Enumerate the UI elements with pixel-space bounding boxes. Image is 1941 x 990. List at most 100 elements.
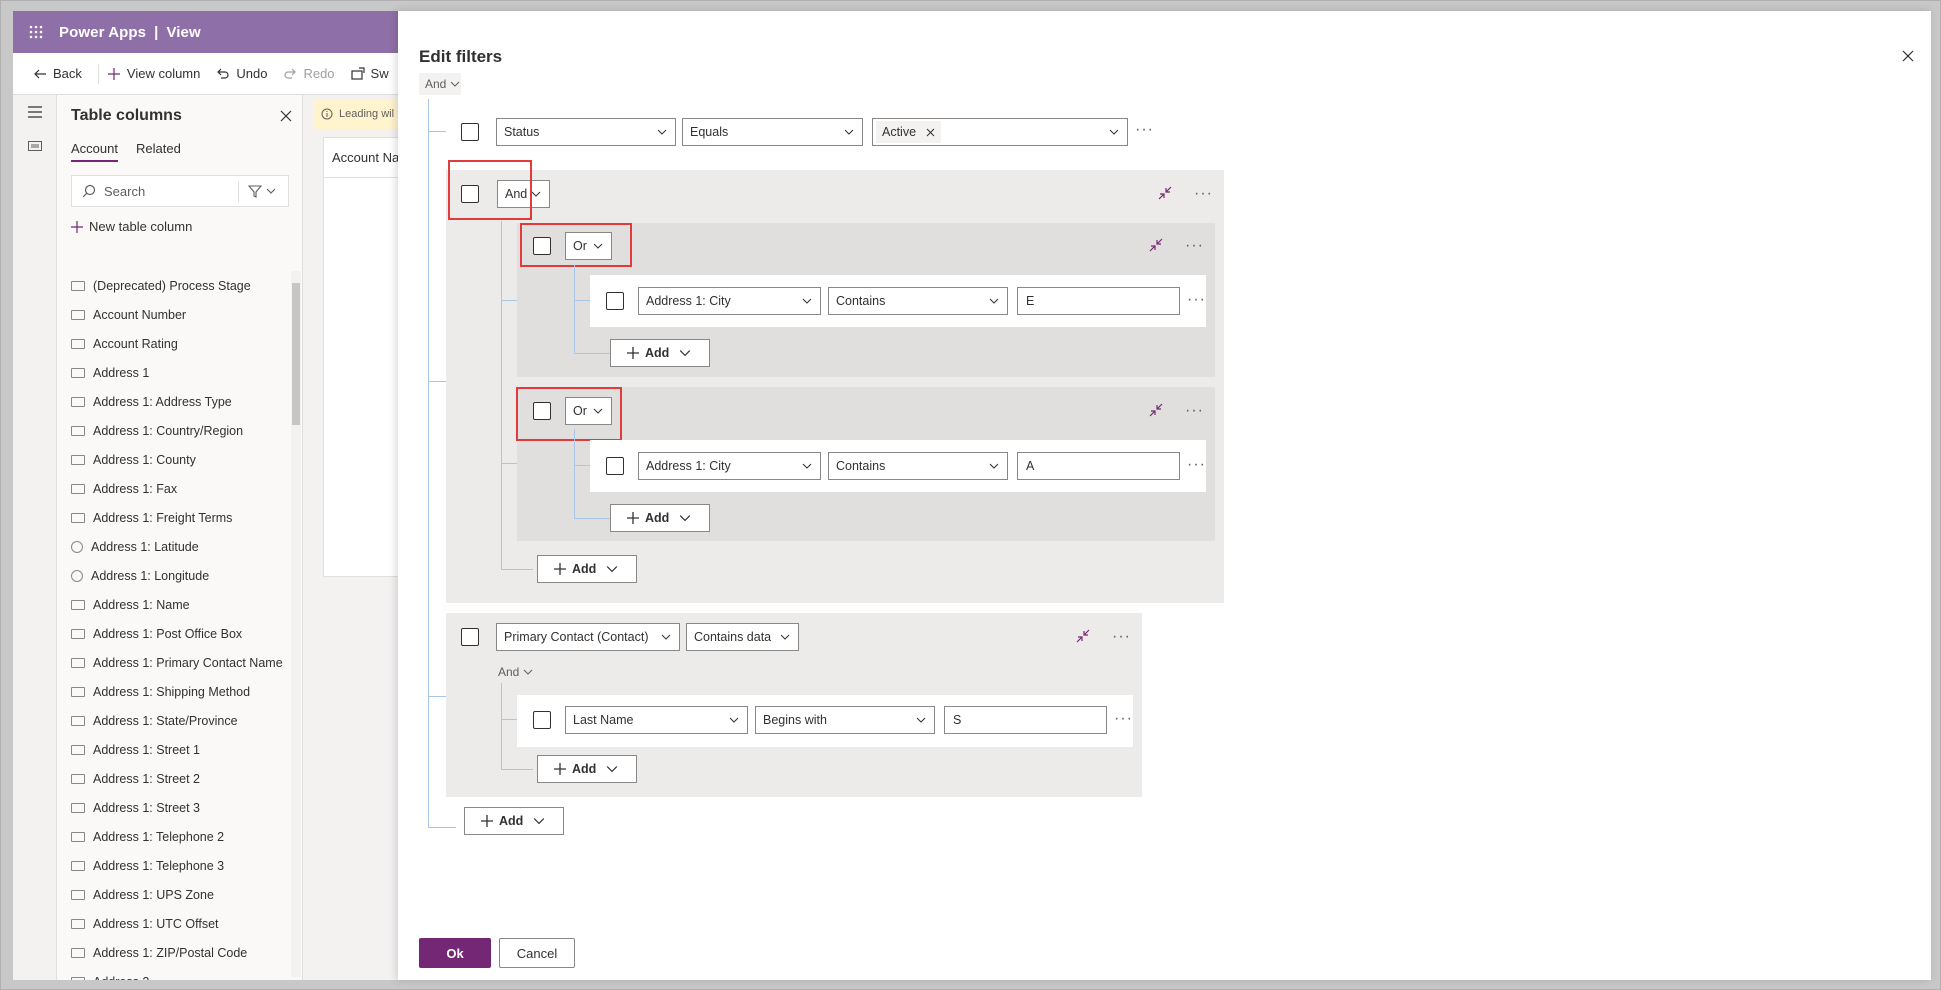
list-item[interactable]: Address 1: Shipping Method (71, 677, 291, 706)
related-field-label: Primary Contact (Contact) (504, 630, 649, 644)
list-item[interactable]: Address 1: Telephone 2 (71, 822, 291, 851)
list-item[interactable]: Address 1: Street 2 (71, 764, 291, 793)
list-item-label: Address 1 (93, 365, 150, 380)
list-item[interactable]: Address 1: Primary Contact Name (71, 648, 291, 677)
list-item[interactable]: Address 1: Fax (71, 474, 291, 503)
info-icon (321, 108, 333, 120)
collapse-icon[interactable] (1158, 186, 1172, 200)
list-item[interactable]: Address 1: Telephone 3 (71, 851, 291, 880)
list-item[interactable]: Address 1 (71, 358, 291, 387)
app-title: Power Apps (59, 23, 147, 41)
condition-dropdown[interactable]: Contains (828, 452, 1008, 480)
close-icon[interactable] (1901, 49, 1915, 63)
add-button[interactable]: Add (464, 807, 564, 835)
more-options-icon[interactable]: ··· (1185, 403, 1204, 419)
highlight-box (520, 223, 632, 267)
list-item[interactable]: Address 1: UTC Offset (71, 909, 291, 938)
list-item[interactable]: Address 2 (71, 967, 291, 980)
new-table-column-button[interactable]: New table column (71, 219, 192, 234)
row-checkbox[interactable] (461, 123, 479, 141)
list-item[interactable]: Address 1: Street 3 (71, 793, 291, 822)
more-options-icon[interactable]: ··· (1135, 122, 1154, 138)
collapse-icon[interactable] (1076, 629, 1090, 643)
remove-tag-icon[interactable] (926, 128, 935, 137)
operator-dropdown[interactable]: Equals (682, 118, 863, 146)
related-operator-dropdown[interactable]: Contains data (686, 623, 799, 651)
close-icon[interactable] (279, 109, 293, 123)
list-item[interactable]: Address 1: Address Type (71, 387, 291, 416)
list-item[interactable]: Address 1: Freight Terms (71, 503, 291, 532)
list-item[interactable]: Address 1: Street 1 (71, 735, 291, 764)
collapse-icon[interactable] (1149, 403, 1163, 417)
add-button[interactable]: Add (610, 339, 710, 367)
list-item[interactable]: Address 1: Longitude (71, 561, 291, 590)
app-launcher-icon[interactable] (13, 11, 59, 53)
filter-button[interactable] (248, 184, 276, 198)
undo-button[interactable]: Undo (216, 66, 267, 81)
scrollbar-thumb[interactable] (292, 283, 300, 425)
more-options-icon[interactable]: ··· (1185, 238, 1204, 254)
hamburger-icon[interactable] (13, 95, 57, 129)
tree-line (501, 221, 502, 569)
panel-scrollbar[interactable] (291, 271, 301, 977)
add-button[interactable]: Add (537, 755, 637, 783)
more-options-icon[interactable]: ··· (1114, 711, 1133, 727)
add-button[interactable]: Add (537, 555, 637, 583)
tab-account[interactable]: Account (71, 141, 118, 162)
more-options-icon[interactable]: ··· (1112, 629, 1131, 645)
list-item[interactable]: Account Number (71, 300, 291, 329)
value-input[interactable]: S (944, 706, 1107, 734)
view-column-button[interactable]: View column (107, 66, 200, 81)
collapse-icon[interactable] (1149, 238, 1163, 252)
back-button[interactable]: Back (33, 66, 82, 81)
value-input[interactable]: A (1017, 452, 1180, 480)
row-checkbox[interactable] (533, 711, 551, 729)
phone-icon (71, 831, 85, 842)
list-item[interactable]: Address 1: UPS Zone (71, 880, 291, 909)
list-item[interactable]: Address 1: State/Province (71, 706, 291, 735)
app-section: View (166, 23, 201, 41)
switch-button[interactable]: Sw (350, 66, 389, 81)
row-checkbox[interactable] (606, 292, 624, 310)
add-button[interactable]: Add (610, 504, 710, 532)
text-field-icon (71, 628, 85, 639)
list-item[interactable]: Address 1: County (71, 445, 291, 474)
text-field-icon (71, 802, 85, 813)
chevron-down-icon (534, 818, 545, 825)
ok-button[interactable]: Ok (419, 938, 491, 968)
value-picker[interactable]: Active (872, 118, 1128, 146)
redo-button[interactable]: Redo (283, 66, 335, 81)
cancel-button[interactable]: Cancel (499, 938, 575, 968)
list-item[interactable]: (Deprecated) Process Stage (71, 271, 291, 300)
back-label: Back (53, 66, 82, 81)
condition-dropdown[interactable]: Begins with (755, 706, 935, 734)
value-input[interactable]: E (1017, 287, 1180, 315)
field-dropdown[interactable]: Last Name (565, 706, 748, 734)
list-item[interactable]: Address 1: Latitude (71, 532, 291, 561)
list-item[interactable]: Account Rating (71, 329, 291, 358)
list-item[interactable]: Address 1: Name (71, 590, 291, 619)
field-dropdown[interactable]: Address 1: City (638, 452, 821, 480)
sub-operator-dropdown[interactable]: And (498, 665, 533, 679)
more-options-icon[interactable]: ··· (1187, 292, 1206, 308)
list-item-label: Address 1: UTC Offset (93, 916, 219, 931)
list-item[interactable]: Address 1: ZIP/Postal Code (71, 938, 291, 967)
list-item-label: Address 1: Address Type (93, 394, 232, 409)
tab-related[interactable]: Related (136, 141, 181, 162)
field-dropdown[interactable]: Address 1: City (638, 287, 821, 315)
condition-dropdown[interactable]: Contains (828, 287, 1008, 315)
list-item[interactable]: Address 1: Post Office Box (71, 619, 291, 648)
group-checkbox[interactable] (461, 628, 479, 646)
table-columns-icon[interactable] (13, 129, 57, 163)
list-item[interactable]: Address 1: Country/Region (71, 416, 291, 445)
search-input[interactable]: Search (71, 175, 289, 207)
more-options-icon[interactable]: ··· (1187, 457, 1206, 473)
row-checkbox[interactable] (606, 457, 624, 475)
highlight-box (448, 160, 532, 220)
field-icon (71, 280, 85, 291)
more-options-icon[interactable]: ··· (1194, 186, 1213, 202)
related-field-dropdown[interactable]: Primary Contact (Contact) (496, 623, 680, 651)
field-dropdown[interactable]: Status (496, 118, 676, 146)
top-operator-dropdown[interactable]: And (419, 73, 461, 95)
list-item-label: Address 1: ZIP/Postal Code (93, 945, 248, 960)
